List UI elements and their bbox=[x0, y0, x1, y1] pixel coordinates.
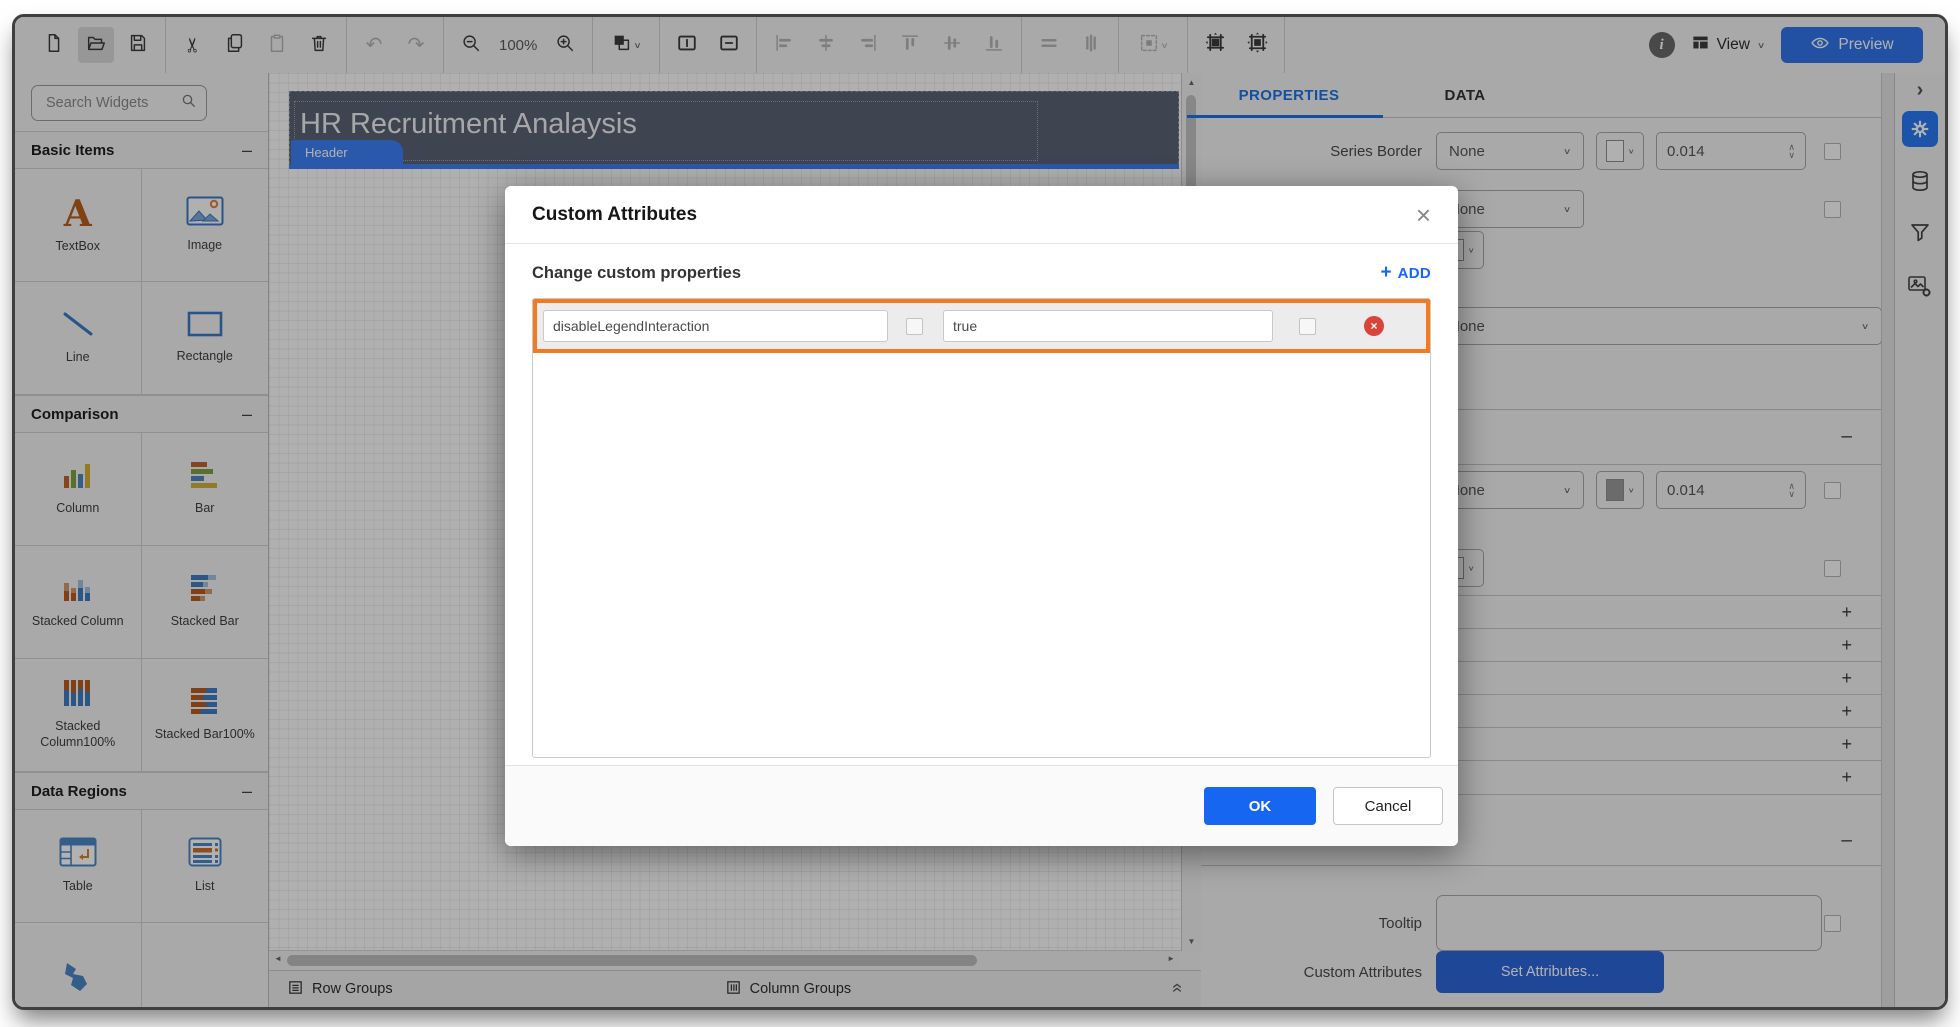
attribute-value-input[interactable] bbox=[943, 310, 1273, 342]
dialog-footer: OK Cancel bbox=[505, 765, 1458, 846]
attributes-list: × bbox=[532, 298, 1431, 758]
cancel-label: Cancel bbox=[1365, 798, 1412, 815]
dialog-title: Custom Attributes bbox=[532, 204, 697, 226]
close-icon[interactable]: × bbox=[1416, 202, 1431, 228]
dialog-header: Custom Attributes × bbox=[505, 186, 1458, 244]
ok-label: OK bbox=[1249, 798, 1272, 815]
ok-button[interactable]: OK bbox=[1204, 787, 1316, 825]
cancel-button[interactable]: Cancel bbox=[1333, 787, 1443, 825]
add-label: ADD bbox=[1398, 265, 1431, 282]
attribute-row-highlighted: × bbox=[533, 299, 1430, 353]
plus-icon: + bbox=[1380, 262, 1391, 284]
dialog-body: Change custom properties + ADD × bbox=[505, 243, 1458, 766]
add-attribute-button[interactable]: + ADD bbox=[1380, 262, 1431, 284]
attribute-value-expression-checkbox[interactable] bbox=[1299, 318, 1316, 335]
custom-attributes-dialog: Custom Attributes × Change custom proper… bbox=[505, 186, 1458, 846]
attribute-name-expression-checkbox[interactable] bbox=[906, 318, 923, 335]
delete-x-icon: × bbox=[1370, 320, 1377, 332]
report-designer-screenshot: ✂ ↶ ↷ bbox=[0, 0, 1960, 1027]
dialog-subtitle: Change custom properties bbox=[532, 264, 741, 283]
attribute-name-input[interactable] bbox=[543, 310, 888, 342]
delete-attribute-button[interactable]: × bbox=[1364, 316, 1384, 336]
